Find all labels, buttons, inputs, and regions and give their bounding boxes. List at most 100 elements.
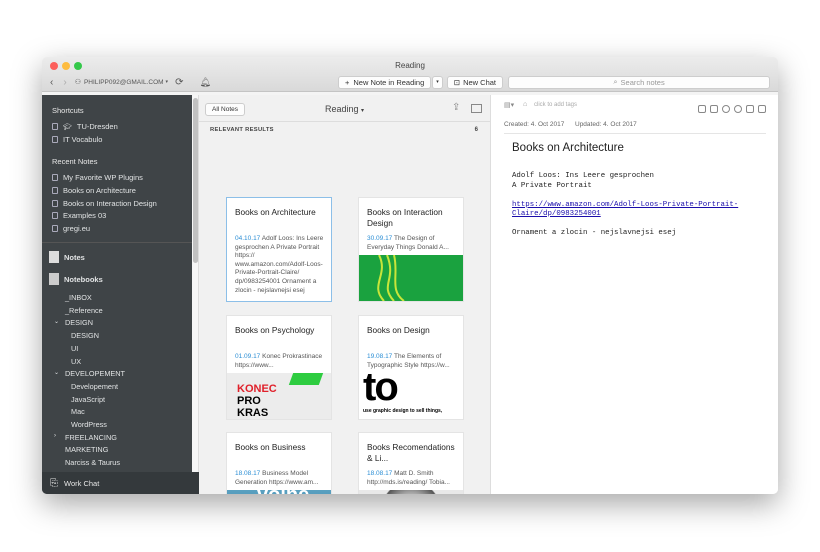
sync-icon[interactable]: ⟳ [175,77,183,88]
notes-icon [49,251,59,263]
info-icon[interactable] [734,105,742,113]
notebook-item[interactable]: Developement [71,382,118,391]
notebook-item[interactable]: UI [71,344,78,353]
note-icon [52,212,58,220]
recent-notes-heading: Recent Notes [52,157,98,166]
notebook-item[interactable]: Mac [71,407,85,416]
all-notes-button[interactable]: All Notes [205,103,246,116]
nav-controls: ‹ › ⚇ PHILIPP092@GMAIL.COM ▾ ⟳ 🔔︎ [50,75,211,89]
title-bar: Reading ‹ › ⚇ PHILIPP092@GMAIL.COM ▾ ⟳ 🔔… [42,57,778,92]
back-icon[interactable]: ‹ [50,77,53,88]
note-card-snippet: 30.09.17 The Design of Everyday Things D… [367,235,449,251]
app-window: Reading ‹ › ⚇ PHILIPP092@GMAIL.COM ▾ ⟳ 🔔… [42,57,778,494]
note-editor: ▤▾ ⌂ click to add tags Created: 4. Oct 2… [491,95,778,494]
note-card-snippet: 18.08.17 Matt D. Smith http://mds.is/rea… [367,470,450,486]
note-body[interactable]: Adolf Loos: Ins Leere gesprochen A Priva… [512,172,742,239]
notebook-item[interactable]: ⌄ DEVELOPEMENT [54,369,125,378]
notebook-item[interactable]: _Reference [65,306,103,315]
search-icon: ⌕ [613,77,618,86]
new-note-button[interactable]: + New Note in Reading [338,75,432,89]
note-card[interactable]: Books on Business 18.08.17 Business Model… [226,432,332,494]
note-card-thumbnail: volnenoze [227,490,331,494]
chevron-down-icon: ▾ [165,79,169,85]
note-card-title: Books Recomendations & Li... [367,442,455,463]
note-card-title: Books on Psychology [235,325,315,335]
note-icon [52,199,58,207]
notebook-icon[interactable]: ▤▾ [504,101,514,109]
note-card-thumbnail: KONEC PRO KRAS [227,373,331,419]
updated-date: Updated: 4. Oct 2017 [575,121,637,128]
new-note-dropdown[interactable]: ▾ [432,75,443,89]
recent-note-item[interactable]: Books on Interaction Design [52,199,157,208]
work-chat-button[interactable]: ⎘ Work Chat [42,472,199,494]
reminder-icon[interactable] [698,105,706,113]
notebook-item[interactable]: WordPress [71,420,107,429]
note-card[interactable]: Books on Architecture 04.10.17 Adolf Loos… [226,197,332,302]
share-icon[interactable] [722,105,730,113]
graduation-cap-icon: 🎓︎ [63,123,72,131]
chevron-right-icon[interactable]: › [54,433,56,439]
sidebar-item-notes[interactable]: Notes [49,251,85,263]
chevron-down-icon[interactable]: ⌄ [54,318,59,325]
shortcut-item[interactable]: 🎓︎ TU-Dresden [52,122,118,131]
note-card-snippet: 04.10.17 Adolf Loos: Ins Leere gesproche… [235,235,324,294]
note-card-snippet: 19.08.17 The Elements of Typographic Sty… [367,353,450,369]
sidebar: Shortcuts 🎓︎ TU-Dresden IT Vocabulo Recen… [42,95,192,494]
tags-input[interactable]: click to add tags [534,102,577,108]
search-input[interactable]: ⌕ Search notes [508,75,771,89]
note-card-title: Books on Architecture [235,207,316,217]
note-card-snippet: 18.08.17 Business Model Generation https… [235,470,319,486]
note-card[interactable]: Books on Design 19.08.17 The Elements of … [358,315,464,420]
new-chat-button[interactable]: ⊡ New Chat [446,75,504,89]
recent-note-item[interactable]: gregi.eu [52,224,90,233]
sidebar-scrollbar[interactable] [192,95,199,494]
note-card-thumbnail: to use graphic design to sell things, [359,373,463,419]
forward-icon[interactable]: › [63,77,66,88]
note-card[interactable]: Books on Interaction Design 30.09.17 The … [358,197,464,302]
account-menu[interactable]: PHILIPP092@GMAIL.COM [84,79,164,86]
note-card[interactable]: Books on Psychology 01.09.17 Konec Prokra… [226,315,332,420]
chat-icon: ⊡ [453,77,461,87]
recent-note-item[interactable]: My Favorite WP Plugins [52,173,143,182]
notebook-item[interactable]: _INBOX [65,293,92,302]
share-icon[interactable]: ⇪ [452,102,460,113]
notebook-item[interactable]: › FREELANCING [54,433,117,442]
chat-icon[interactable] [758,105,766,113]
chevron-down-icon: ▾ [361,108,365,114]
plus-icon: + [345,77,350,87]
note-title[interactable]: Books on Architecture [512,142,624,154]
amazon-link[interactable]: https://www.amazon.com/Adolf-Loos-Privat… [512,201,742,220]
note-icon [52,174,58,181]
note-card-title: Books on Design [367,325,430,335]
note-icon [52,186,58,194]
note-icon [52,123,58,130]
notebook-item[interactable]: Narciss & Taurus [65,458,120,467]
shortcuts-heading: Shortcuts [52,106,84,115]
note-card[interactable]: Books Recomendations & Li... 18.08.17 Mat… [358,432,464,494]
note-icon [52,225,58,233]
window-title: Reading [395,61,425,70]
view-options-icon[interactable] [471,104,482,113]
editor-actions [694,100,766,118]
notebook-item[interactable]: MARKETING [65,445,108,454]
notebook-selector[interactable]: Reading ▾ [325,104,364,114]
results-label: RELEVANT RESULTS [210,127,274,133]
trash-icon[interactable] [746,105,754,113]
sidebar-item-notebooks[interactable]: Notebooks [49,273,103,285]
recent-note-item[interactable]: Books on Architecture [52,186,136,195]
created-date: Created: 4. Oct 2017 [504,121,565,128]
shortcut-item[interactable]: IT Vocabulo [52,135,102,144]
presentation-icon[interactable] [710,105,718,113]
notebook-item[interactable]: JavaScript [71,395,105,404]
notebook-item[interactable]: DESIGN [71,331,99,340]
tag-icon: ⌂ [523,101,528,108]
recent-note-item[interactable]: Examples 03 [52,211,106,220]
notebook-item[interactable]: UX [71,357,81,366]
chevron-down-icon[interactable]: ⌄ [54,369,59,376]
user-icon: ⚇ [74,79,81,86]
bell-icon[interactable]: 🔔︎ [199,77,210,88]
notebook-item[interactable]: ⌄ DESIGN [54,318,93,327]
work-chat-icon: ⎘ [50,477,58,489]
note-card-thumbnail [359,255,463,301]
note-card-thumbnail [359,490,463,494]
